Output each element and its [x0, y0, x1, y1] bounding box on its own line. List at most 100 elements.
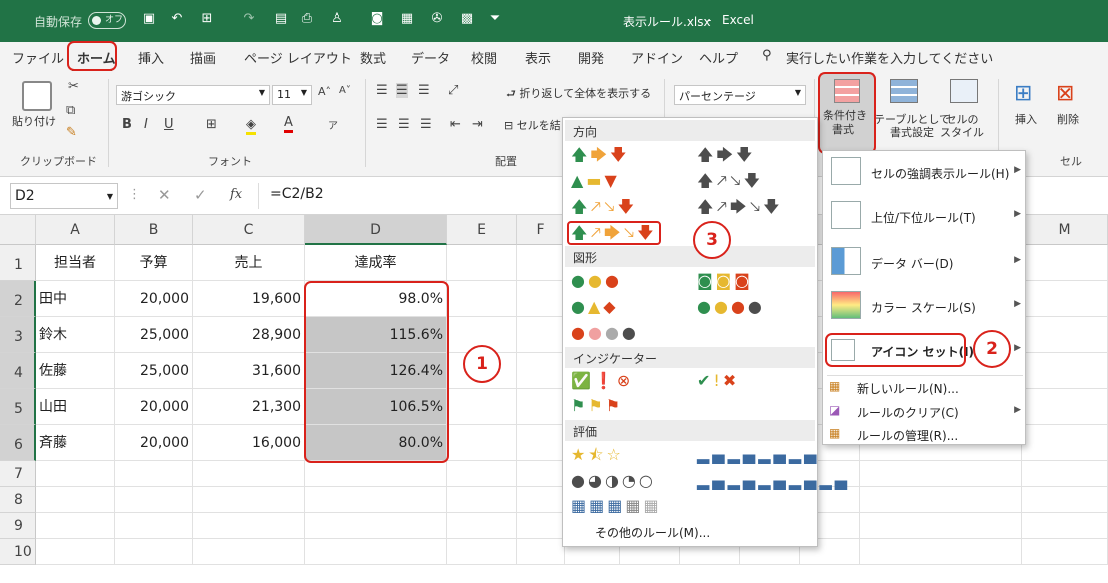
cell[interactable] [517, 317, 565, 353]
cell[interactable] [517, 353, 565, 389]
row-header[interactable]: 9 [0, 513, 36, 539]
column-header[interactable]: A [36, 215, 115, 245]
cell[interactable] [193, 513, 305, 539]
tab-data[interactable]: データ [411, 48, 450, 67]
search-icon[interactable]: ⚲ [762, 48, 772, 63]
row-header[interactable]: 6 [0, 425, 36, 461]
cell[interactable] [860, 487, 1022, 513]
row-header[interactable]: 3 [0, 317, 36, 353]
more-rules-link[interactable]: その他のルール(M)... [595, 524, 710, 541]
cell[interactable]: 21,300 [193, 389, 305, 425]
decrease-indent-icon[interactable]: ⇤ [450, 117, 461, 132]
cell[interactable] [36, 487, 115, 513]
signal-bars-5[interactable]: ▂▄▂▄▂▄▂▄▂▄ [697, 470, 850, 492]
cell[interactable] [447, 513, 517, 539]
tab-help[interactable]: ヘルプ [699, 48, 738, 67]
align-left-icon[interactable]: ☰ [376, 117, 388, 132]
menu-data-bars[interactable]: データ バー(D) ▶ [825, 247, 1025, 281]
column-header[interactable]: E [447, 215, 517, 245]
name-box[interactable]: D2 ▼ [10, 183, 118, 209]
borders-icon[interactable]: ⊞ [198, 11, 216, 27]
cell[interactable] [447, 539, 517, 565]
cell[interactable] [447, 425, 517, 461]
cell[interactable] [305, 487, 447, 513]
tab-addins[interactable]: アドイン [631, 48, 683, 67]
enter-icon[interactable]: ✓ [194, 186, 207, 204]
arrows-3-gray[interactable]: 🡅🡆🡇 [697, 144, 755, 166]
arrows-5-gray[interactable]: 🡅🡕🡆🡖🡇 [697, 196, 783, 218]
font-color-icon[interactable]: A [284, 115, 293, 133]
traffic-lights-4[interactable]: ●●●● [697, 296, 765, 318]
cell[interactable] [1022, 389, 1108, 425]
cell[interactable] [193, 487, 305, 513]
tab-view[interactable]: 表示 [525, 48, 551, 67]
cell[interactable] [115, 487, 193, 513]
tab-review[interactable]: 校閲 [471, 48, 497, 67]
cell[interactable] [1022, 461, 1108, 487]
cell[interactable]: 25,000 [115, 317, 193, 353]
cell[interactable] [447, 389, 517, 425]
merge-button[interactable]: ⊟ セルを結 [504, 119, 561, 132]
tab-formulas[interactable]: 数式 [360, 48, 386, 67]
cell[interactable]: 25,000 [115, 353, 193, 389]
arrows-4-gray[interactable]: 🡅🡕🡖🡇 [697, 170, 763, 192]
cell[interactable] [36, 539, 115, 565]
cell[interactable] [115, 461, 193, 487]
print-icon[interactable]: ⎙ [298, 11, 316, 27]
autosave-toggle[interactable]: オフ [88, 12, 126, 29]
cell[interactable]: 斉藤 [36, 425, 115, 461]
camera-icon[interactable]: ◙ [368, 11, 386, 27]
undo-icon[interactable]: ↶ [168, 11, 186, 27]
cell[interactable] [1022, 539, 1108, 565]
cancel-icon[interactable]: ✕ [158, 186, 171, 204]
tab-draw[interactable]: 描画 [190, 48, 216, 67]
cell[interactable] [305, 461, 447, 487]
insert-cells-icon[interactable]: ⊞ [1014, 81, 1032, 106]
insert-function-icon[interactable]: fx [230, 187, 242, 202]
row-header[interactable]: 8 [0, 487, 36, 513]
cell[interactable] [517, 513, 565, 539]
grow-font-icon[interactable]: A˄ [318, 85, 331, 98]
cell[interactable] [447, 245, 517, 281]
boxes-5[interactable]: ▦▦▦▦▦ [571, 495, 662, 517]
column-header[interactable]: M [1022, 215, 1108, 245]
menu-color-scales[interactable]: カラー スケール(S) ▶ [825, 291, 1025, 325]
traffic-lights-rimmed[interactable]: ◙◙◙ [697, 270, 753, 292]
cell[interactable]: 31,600 [193, 353, 305, 389]
border-icon[interactable]: ⊞ [206, 117, 217, 132]
signs-3[interactable]: ●▲◆ [571, 296, 619, 318]
traffic-lights-3[interactable]: ●●● [571, 270, 622, 292]
cell[interactable] [860, 461, 1022, 487]
screenshot-icon[interactable]: ▦ [398, 11, 416, 27]
cell[interactable] [517, 539, 565, 565]
symbols-3[interactable]: ✔!✖ [697, 370, 739, 392]
align-middle-icon[interactable]: ☰ [396, 83, 408, 98]
row-header[interactable]: 1 [0, 245, 36, 281]
cell[interactable]: 田中 [36, 281, 115, 317]
row-header[interactable]: 4 [0, 353, 36, 389]
format-as-table-button[interactable]: テーブルとして 書式設定 [874, 113, 950, 139]
red-to-black-4[interactable]: ●●●● [571, 322, 639, 344]
cell[interactable] [1022, 425, 1108, 461]
number-format-select[interactable]: パーセンテージ ▼ [674, 85, 806, 105]
cell[interactable]: 佐藤 [36, 353, 115, 389]
cell[interactable]: 16,000 [193, 425, 305, 461]
insert-cells-button[interactable]: 挿入 [1015, 113, 1037, 126]
cell[interactable] [517, 389, 565, 425]
font-size-select[interactable]: 11 ▼ [272, 85, 312, 105]
flags-3[interactable]: ⚑⚑⚑ [571, 395, 623, 417]
cell[interactable]: 28,900 [193, 317, 305, 353]
row-header[interactable]: 2 [0, 281, 36, 317]
column-header[interactable]: C [193, 215, 305, 245]
format-painter-qa-icon[interactable]: ♙ [328, 11, 346, 27]
cell[interactable] [1022, 245, 1108, 281]
arrows-4-colored[interactable]: 🡅🡕🡖🡇 [571, 196, 637, 218]
cell[interactable]: 20,000 [115, 425, 193, 461]
cell[interactable]: 鈴木 [36, 317, 115, 353]
cell[interactable]: 山田 [36, 389, 115, 425]
cell[interactable] [1022, 487, 1108, 513]
cell[interactable]: 売上 [193, 245, 305, 281]
triangles-3[interactable]: ▲▬▼ [571, 170, 620, 192]
row-header[interactable]: 7 [0, 461, 36, 487]
delete-cells-icon[interactable]: ⊠ [1056, 81, 1074, 106]
